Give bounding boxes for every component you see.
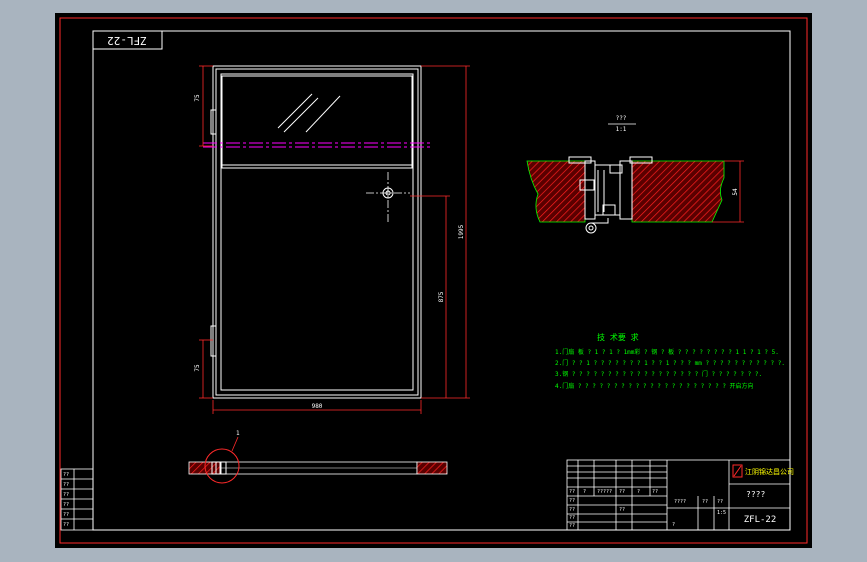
notes-title: 技 术要 求 [597, 332, 639, 342]
dim-top-panel: 75 [194, 94, 201, 102]
tb-cell-7: ???? [674, 499, 686, 505]
dim-width: 980 [312, 403, 323, 410]
tb-cell-6: ? [637, 489, 640, 495]
tb-scale: 1:5 [717, 510, 726, 516]
rev-row-4: ?? [63, 502, 69, 508]
company-name: 江阴锦达昌公司 [745, 467, 794, 476]
tb-cell-1: ?? [569, 489, 575, 495]
tb-row-label-5: ?? [619, 507, 625, 513]
tb-row-label-3: ?? [569, 515, 575, 521]
tb-cell-3: ????? [597, 489, 612, 495]
detail-callout-number: 1 [236, 430, 240, 437]
tb-cell-2: ? [583, 489, 586, 495]
tb-cell-10: ? [672, 522, 675, 528]
drawing-name: ???? [746, 490, 765, 499]
tb-row-label-2: ?? [569, 507, 575, 513]
notes-line-2: 2.门 ? ? 1 ? ? ? ? ? ? ? 1 ? ? 1 ? ? ? mm… [555, 359, 785, 367]
drawing-number: ZFL-22 [744, 515, 777, 525]
rev-row-3: ?? [63, 492, 69, 498]
dim-total-height: 1995 [458, 224, 465, 239]
tb-cell-5: ?? [652, 489, 658, 495]
dim-bottom-panel: 75 [194, 364, 201, 372]
rev-row-2: ?? [63, 482, 69, 488]
tb-cell-8: ?? [702, 499, 708, 505]
rev-row-6: ?? [63, 522, 69, 528]
section-scale: 1:1 [616, 126, 627, 133]
dim-handle-height: 875 [438, 291, 445, 302]
section-label: ??? [616, 115, 627, 122]
rev-row-1: ?? [63, 472, 69, 478]
notes-line-4: 4.门扇 ? ? ? ? ? ? ? ? ? ? ? ? ? ? ? ? ? ?… [555, 382, 754, 390]
tb-cell-9: ?? [717, 499, 723, 505]
section-height-dim: 54 [732, 188, 739, 196]
tb-row-label-1: ?? [569, 498, 575, 504]
rev-row-5: ?? [63, 512, 69, 518]
tb-row-label-4: ?? [569, 523, 575, 529]
tb-cell-4: ?? [619, 489, 625, 495]
notes-line-1: 1.门扇 板 ? 1 ? 1 ? 1mm彩 ? 钢 ? 板 ? ? ? ? ? … [555, 348, 779, 356]
drawing-code-rotated: ZFL-22 [107, 34, 147, 47]
notes-line-3: 3.钢 ? ? ? ? ? ? ? ? ? ? ? ? ? ? ? ? ? ? … [555, 370, 762, 378]
